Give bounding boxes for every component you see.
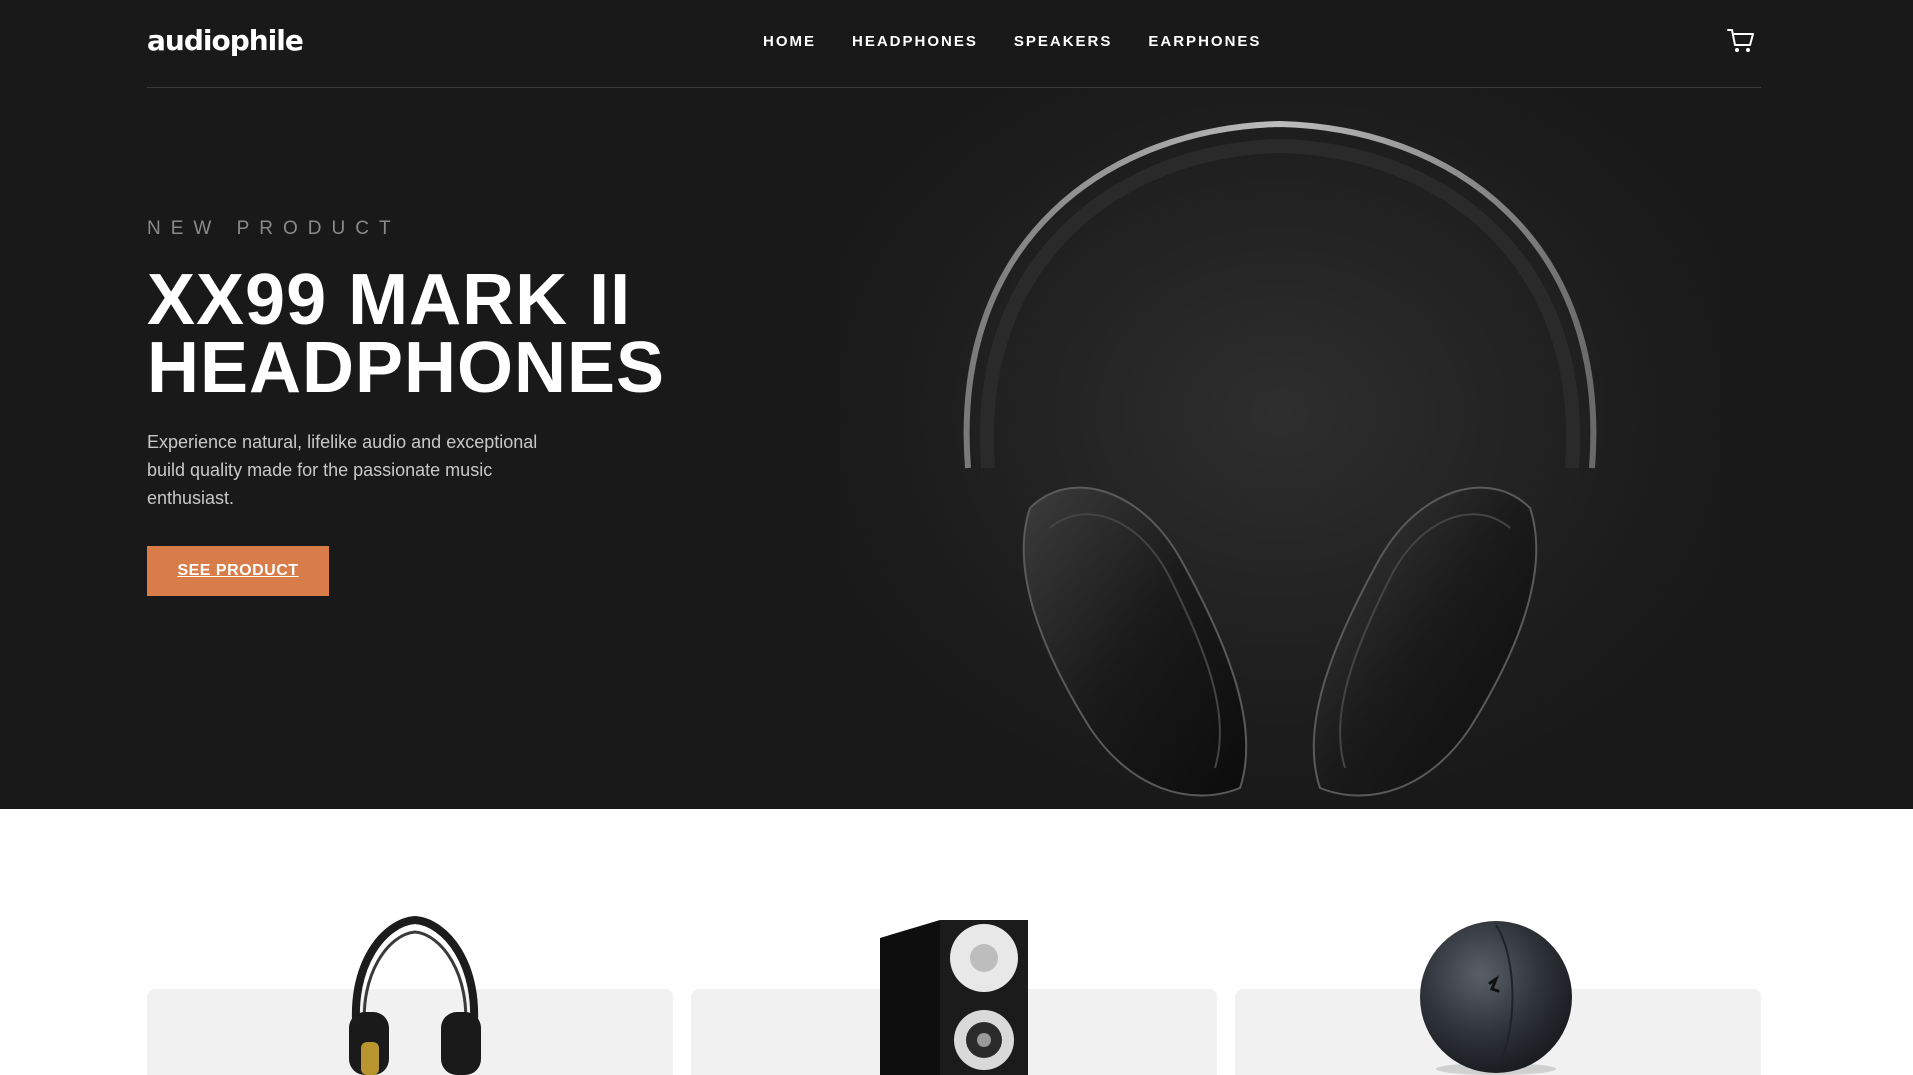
category-cards bbox=[147, 915, 1761, 1075]
nav-home[interactable]: HOME bbox=[763, 33, 816, 50]
nav-headphones[interactable]: HEADPHONES bbox=[852, 33, 978, 50]
hero-overline: NEW PRODUCT bbox=[147, 218, 401, 239]
earphones-icon bbox=[1420, 921, 1572, 1075]
brand-logo[interactable]: audiophile bbox=[147, 24, 304, 57]
headphones-hero-image bbox=[840, 88, 1720, 809]
main-nav: HOME HEADPHONES SPEAKERS EARPHONES bbox=[763, 33, 1297, 50]
hero-content: NEW PRODUCT XX99 MARK II HEADPHONES Expe… bbox=[147, 218, 707, 596]
hero-title: XX99 MARK II HEADPHONES bbox=[147, 260, 666, 408]
nav-earphones[interactable]: EARPHONES bbox=[1148, 33, 1261, 50]
site-header: audiophile HOME HEADPHONES SPEAKERS EARP… bbox=[147, 0, 1761, 88]
hero-section: audiophile HOME HEADPHONES SPEAKERS EARP… bbox=[0, 0, 1913, 809]
nav-speakers[interactable]: SPEAKERS bbox=[1014, 33, 1113, 50]
cart-icon[interactable] bbox=[1727, 28, 1755, 54]
headphones-icon bbox=[349, 915, 481, 1075]
see-product-button[interactable]: SEE PRODUCT bbox=[147, 546, 329, 596]
hero-description: Experience natural, lifelike audio and e… bbox=[147, 432, 538, 508]
speaker-icon bbox=[880, 920, 1028, 1075]
